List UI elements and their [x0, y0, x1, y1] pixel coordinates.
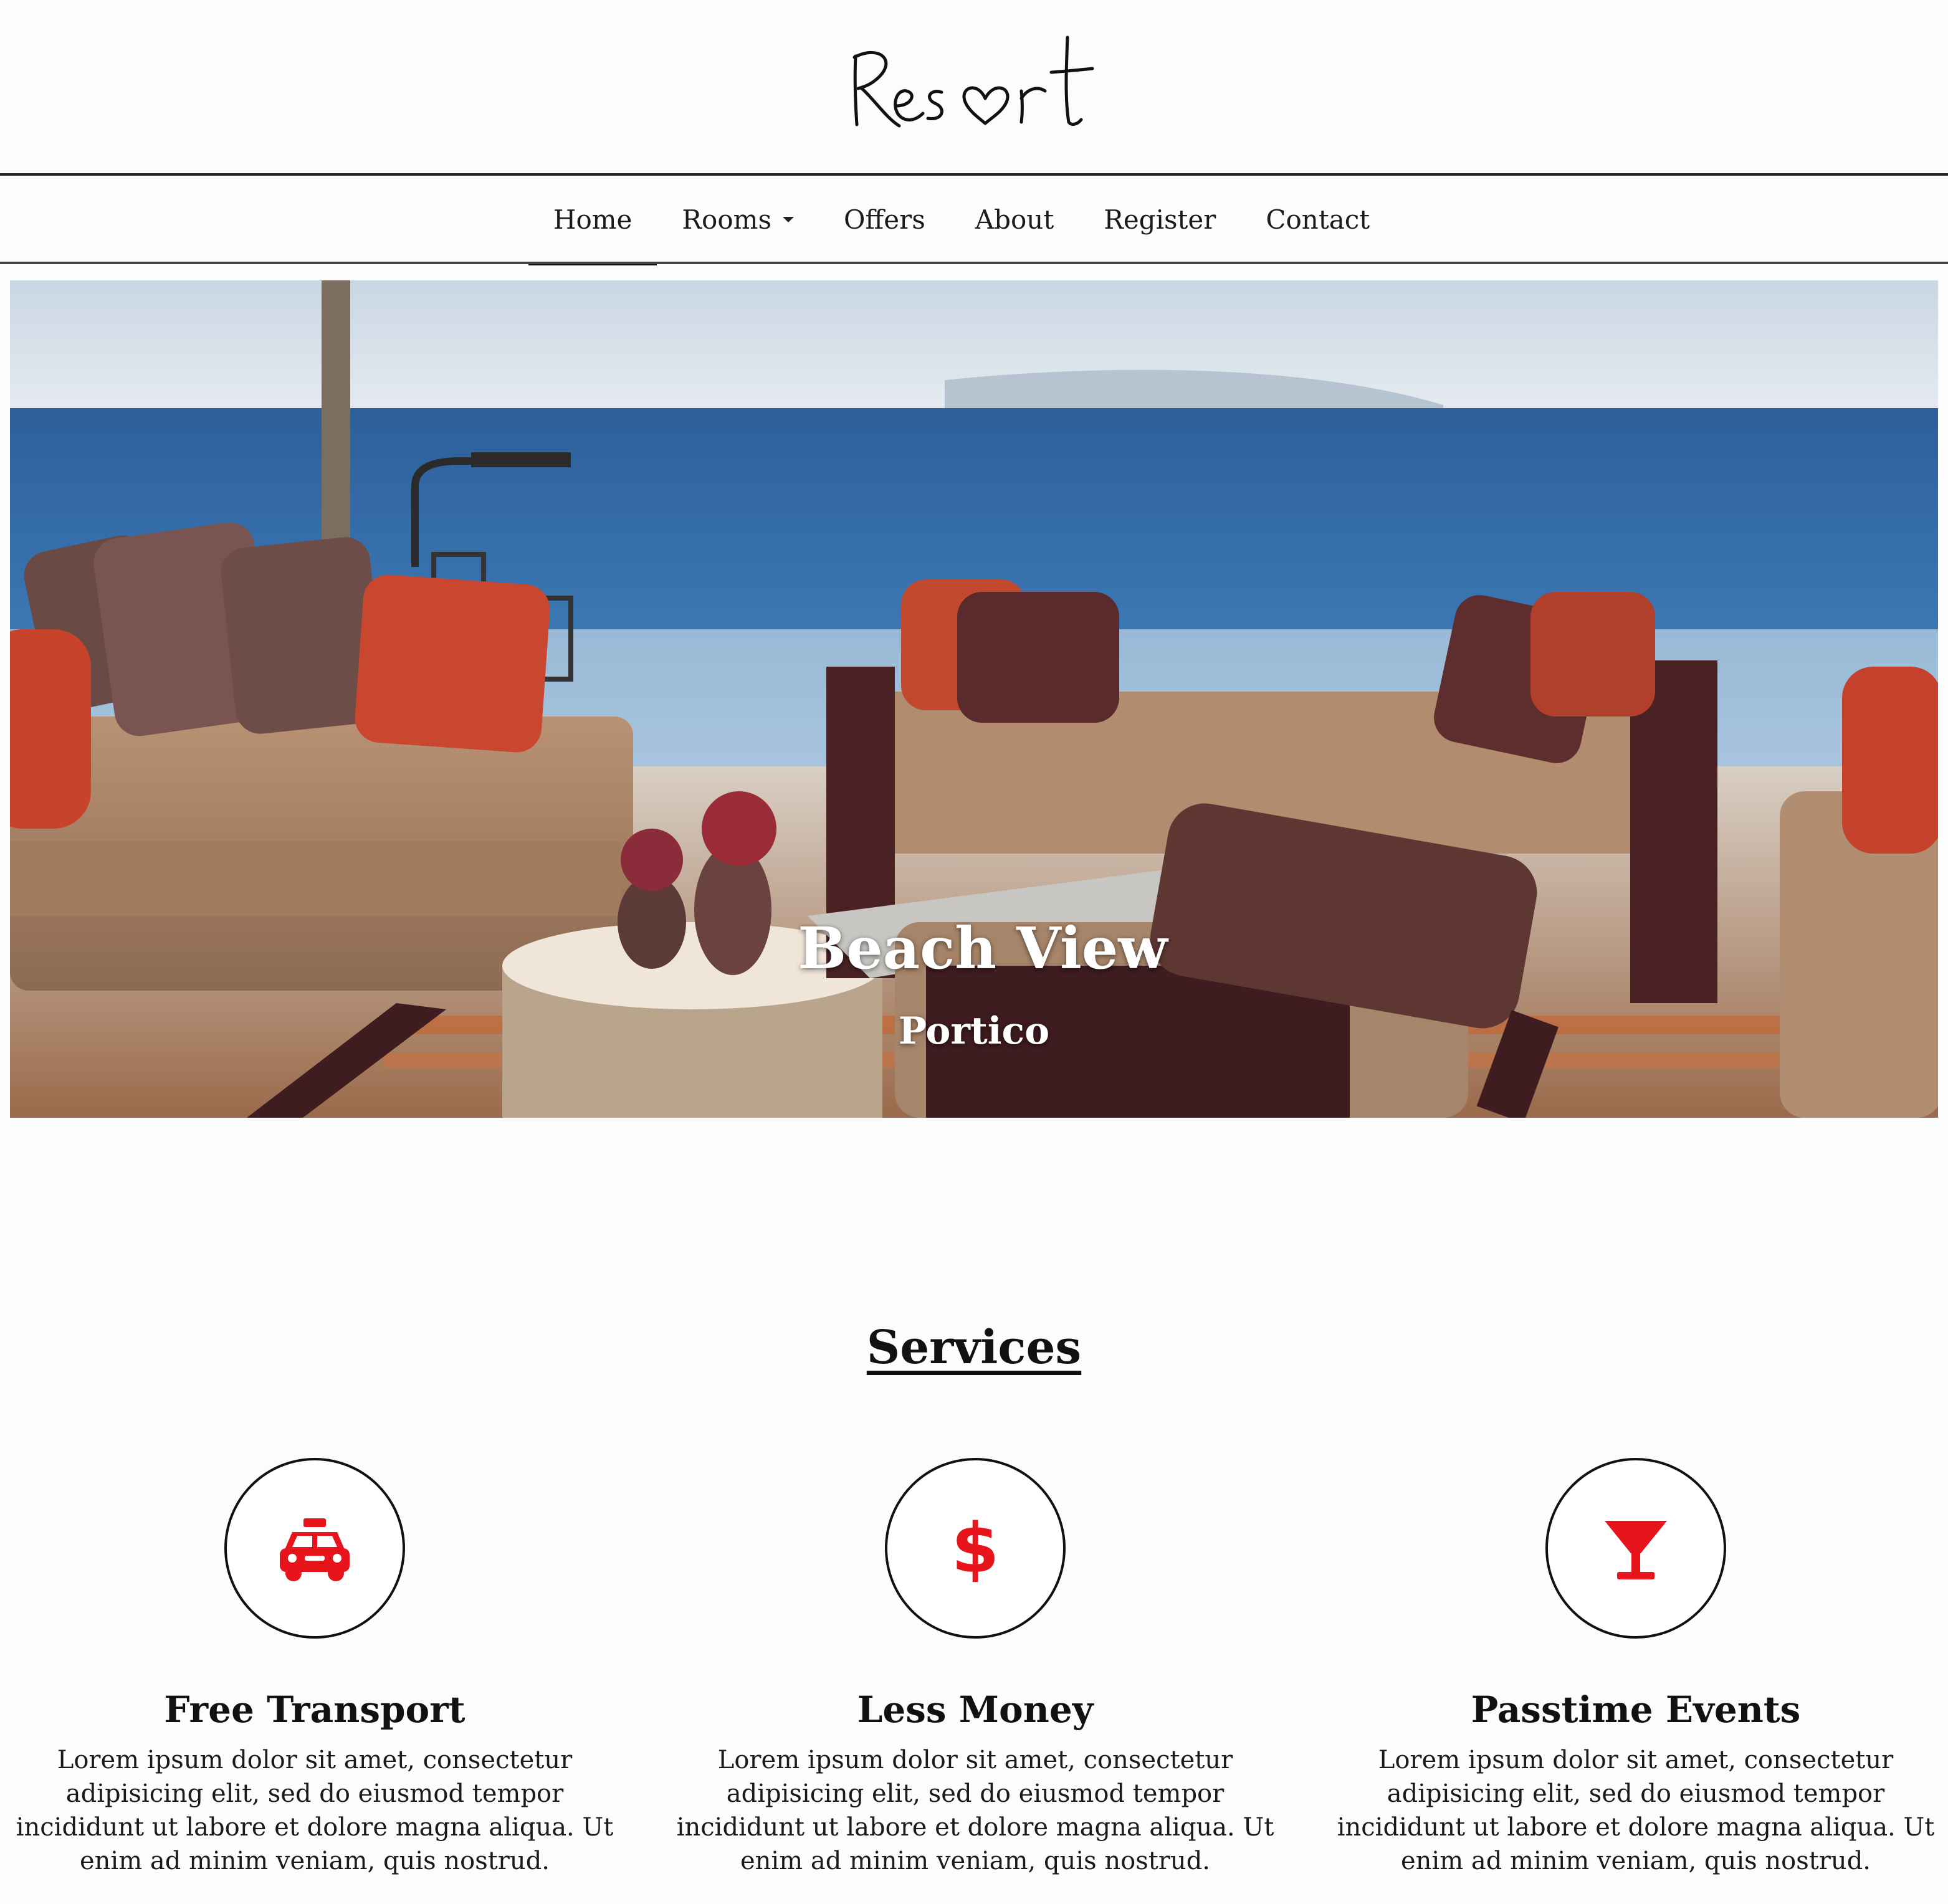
- site-header: [0, 0, 1948, 174]
- nav-label-register: Register: [1104, 204, 1216, 235]
- service-title: Less Money: [857, 1688, 1094, 1731]
- nav-label-rooms: Rooms: [682, 204, 771, 235]
- service-icon-circle: [224, 1458, 405, 1639]
- service-title: Free Transport: [164, 1688, 466, 1731]
- nav-label-contact: Contact: [1266, 204, 1370, 235]
- service-card-free-transport: Free Transport Lorem ipsum dolor sit ame…: [6, 1458, 623, 1878]
- nav-divider: [0, 262, 1948, 264]
- service-card-passtime-events: Passtime Events Lorem ipsum dolor sit am…: [1327, 1458, 1944, 1878]
- caret-down-icon: [783, 216, 794, 222]
- cocktail-glass-icon: [1605, 1521, 1667, 1579]
- nav-item-contact[interactable]: Contact: [1241, 176, 1395, 263]
- nav-label-about: About: [975, 204, 1054, 235]
- svg-text:$: $: [952, 1508, 1000, 1588]
- nav-menu: Home Rooms Offers About Register Contact: [528, 176, 1395, 265]
- hero-image: [10, 280, 1938, 1118]
- nav-item-register[interactable]: Register: [1079, 176, 1241, 263]
- nav-label-offers: Offers: [844, 204, 925, 235]
- nav-item-offers[interactable]: Offers: [819, 176, 950, 263]
- service-description: Lorem ipsum dolor sit amet, consectetur …: [1337, 1745, 1935, 1875]
- hero-banner: Beach View Portico: [10, 280, 1938, 1118]
- main-navigation: Home Rooms Offers About Register Contact: [0, 176, 1948, 265]
- service-title: Passtime Events: [1471, 1688, 1801, 1731]
- resort-logo[interactable]: [837, 19, 1111, 156]
- service-icon-circle: [1545, 1458, 1726, 1639]
- dollar-icon: $: [952, 1508, 1000, 1588]
- service-description: Lorem ipsum dolor sit amet, consectetur …: [16, 1745, 614, 1875]
- taxi-icon: [280, 1518, 350, 1581]
- nav-label-home: Home: [553, 204, 633, 235]
- service-card-less-money: $ Less Money Lorem ipsum dolor sit amet,…: [667, 1458, 1284, 1878]
- services-heading: Services: [866, 1321, 1082, 1374]
- service-icon-circle: $: [885, 1458, 1066, 1639]
- hero-subtitle: Portico: [898, 1009, 1050, 1053]
- hero-title: Beach View: [798, 915, 1168, 982]
- service-description: Lorem ipsum dolor sit amet, consectetur …: [676, 1745, 1274, 1875]
- nav-item-about[interactable]: About: [950, 176, 1079, 263]
- nav-item-rooms[interactable]: Rooms: [657, 176, 819, 263]
- nav-item-home[interactable]: Home: [528, 176, 657, 265]
